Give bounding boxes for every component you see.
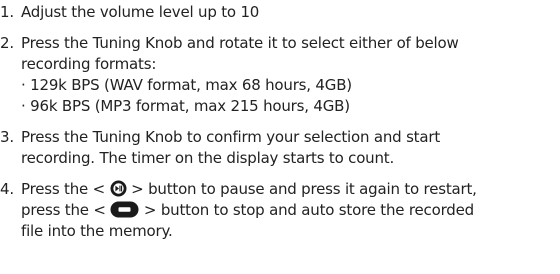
text-fragment: Press the <	[21, 180, 105, 198]
step-text-line: Press the Tuning Knob to confirm your se…	[21, 128, 441, 146]
format-option-wav: · 129k BPS (WAV format, max 68 hours, 4G…	[21, 76, 352, 94]
recording-instructions: 1. Adjust the volume level up to 10 2. P…	[0, 2, 560, 252]
step-text-line: file into the memory.	[21, 222, 173, 240]
step-number: 2.	[0, 34, 14, 52]
step-3: 3. Press the Tuning Knob to confirm your…	[0, 127, 560, 169]
step-2: 2. Press the Tuning Knob and rotate it t…	[0, 33, 560, 117]
step-text-line: Press the < > button to pause and press …	[21, 179, 560, 200]
text-fragment: > button to stop and auto store the reco…	[143, 201, 474, 219]
step-text: Adjust the volume level up to 10	[21, 3, 260, 21]
step-number: 3.	[0, 128, 14, 146]
step-text-line: recording. The timer on the display star…	[21, 149, 395, 167]
play-pause-button-icon	[110, 180, 127, 197]
step-text-line: recording formats:	[21, 55, 157, 73]
step-text-line: press the < > button to stop and auto st…	[21, 200, 560, 221]
text-fragment: press the <	[21, 201, 106, 219]
stop-button-icon	[110, 201, 139, 218]
step-number: 4.	[0, 180, 14, 198]
step-number: 1.	[0, 3, 14, 21]
step-4: 4. Press the < > button to pause and pre…	[0, 179, 560, 242]
format-option-mp3: · 96k BPS (MP3 format, max 215 hours, 4G…	[21, 97, 350, 115]
text-fragment: > button to pause and press it again to …	[131, 180, 477, 198]
step-text-line: Press the Tuning Knob and rotate it to s…	[21, 34, 459, 52]
step-1: 1. Adjust the volume level up to 10	[0, 2, 560, 23]
